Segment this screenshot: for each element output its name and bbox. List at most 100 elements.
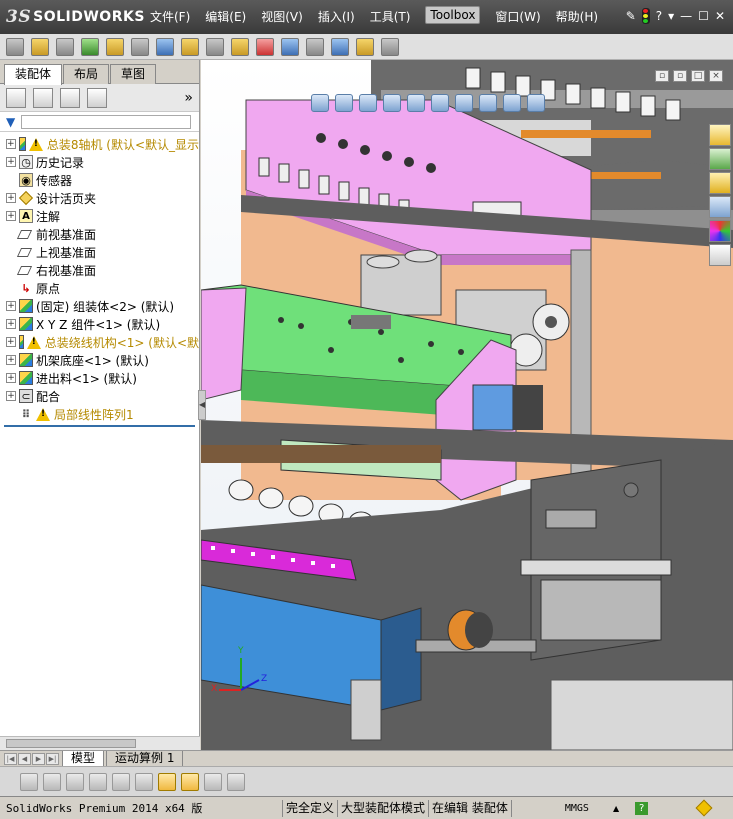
interference-detection-icon[interactable] xyxy=(331,37,349,56)
rebuild-traffic-light-icon[interactable] xyxy=(641,8,650,24)
smart-fasteners-icon[interactable] xyxy=(106,37,124,56)
design-library-icon[interactable] xyxy=(709,148,731,170)
pin-icon[interactable]: ✎ xyxy=(626,9,636,23)
display-manager-icon[interactable] xyxy=(87,87,107,108)
align-icon[interactable] xyxy=(135,772,153,791)
menu-file[interactable]: 文件(F) xyxy=(150,8,190,25)
restore-icon[interactable]: ▫ xyxy=(655,70,669,82)
quick-tips-help-icon[interactable]: ? xyxy=(635,801,649,815)
previous-view-icon[interactable] xyxy=(359,94,377,112)
maximize-viewport-icon[interactable]: □ xyxy=(691,70,705,82)
next-tab-icon[interactable]: ▶ xyxy=(32,752,45,765)
tree-item-fixed-assembly[interactable]: + (固定) 组装体<2> (默认) xyxy=(0,297,199,315)
filter-icon[interactable]: ▼ xyxy=(6,115,15,129)
maximize-button[interactable]: ☐ xyxy=(698,9,709,23)
expand-icon[interactable]: + xyxy=(6,193,16,203)
hide-show-items-icon[interactable] xyxy=(455,94,473,112)
scrollbar-thumb[interactable] xyxy=(6,739,136,748)
tag-icon[interactable] xyxy=(695,799,713,817)
tree-item-linear-pattern[interactable]: ⠿ 局部线性阵列1 xyxy=(0,405,199,423)
dropdown-icon[interactable]: ▾ xyxy=(668,9,674,23)
tree-item-design-binder[interactable]: + 设计活页夹 xyxy=(0,189,199,207)
tree-item-winding-mechanism[interactable]: + 总装绕线机构<1> (默认<默 xyxy=(0,333,199,351)
tab-sketch[interactable]: 草图 xyxy=(110,64,157,84)
tree-horizontal-scrollbar[interactable] xyxy=(0,736,200,750)
tree-item-frame-base[interactable]: + 机架底座<1> (默认) xyxy=(0,351,199,369)
new-part-icon[interactable] xyxy=(6,37,24,56)
file-explorer-icon[interactable] xyxy=(709,172,731,194)
first-tab-icon[interactable]: |◀ xyxy=(4,752,17,765)
reference-geometry-icon[interactable] xyxy=(206,37,224,56)
assembly-features-icon[interactable] xyxy=(181,37,199,56)
prev-tab-icon[interactable]: ◀ xyxy=(18,752,31,765)
assembly-model-render[interactable] xyxy=(201,60,733,750)
custom-properties-icon[interactable] xyxy=(709,244,731,266)
view-palette-icon[interactable] xyxy=(709,196,731,218)
units-selector[interactable]: MMGS xyxy=(565,803,589,814)
insert-component-icon[interactable] xyxy=(31,37,49,56)
zoom-to-area-icon[interactable] xyxy=(335,94,353,112)
explode-line-sketch-icon[interactable] xyxy=(306,37,324,56)
panel-collapse-handle[interactable]: ◀ xyxy=(198,390,206,420)
tree-item-right-plane[interactable]: 右视基准面 xyxy=(0,261,199,279)
tree-item-history[interactable]: + ◷ 历史记录 xyxy=(0,153,199,171)
tile-icon[interactable]: ▫ xyxy=(673,70,687,82)
expand-icon[interactable]: + xyxy=(6,211,16,221)
new-motion-study-icon[interactable] xyxy=(231,37,249,56)
tree-item-mates[interactable]: + ⊂ 配合 xyxy=(0,387,199,405)
mate-icon[interactable] xyxy=(56,37,74,56)
menu-edit[interactable]: 编辑(E) xyxy=(205,8,246,25)
close-viewport-icon[interactable]: × xyxy=(709,70,723,82)
units-arrow-icon[interactable]: ▲ xyxy=(613,804,619,813)
save-icon[interactable] xyxy=(227,772,245,791)
tab-motion-study-1[interactable]: 运动算例 1 xyxy=(106,750,184,767)
solidworks-resources-icon[interactable] xyxy=(709,124,731,146)
display-pane-icon[interactable] xyxy=(158,772,176,791)
expand-icon[interactable]: + xyxy=(6,319,16,329)
feature-manager-icon[interactable] xyxy=(6,87,26,108)
move-component-icon[interactable] xyxy=(131,37,149,56)
menu-window[interactable]: 窗口(W) xyxy=(495,8,540,25)
tree-item-front-plane[interactable]: 前视基准面 xyxy=(0,225,199,243)
bill-of-materials-icon[interactable] xyxy=(256,37,274,56)
tree-item-top-plane[interactable]: 上视基准面 xyxy=(0,243,199,261)
expand-icon[interactable]: + xyxy=(6,337,16,347)
last-tab-icon[interactable]: ▶| xyxy=(46,752,59,765)
menu-insert[interactable]: 插入(I) xyxy=(318,8,355,25)
instant3d-icon[interactable] xyxy=(381,37,399,56)
expand-icon[interactable]: + xyxy=(6,301,16,311)
menu-help[interactable]: 帮助(H) xyxy=(556,8,598,25)
tree-item-sensors[interactable]: ◉ 传感器 xyxy=(0,171,199,189)
display-style-icon[interactable] xyxy=(431,94,449,112)
menu-toolbox[interactable]: Toolbox xyxy=(425,6,481,24)
tree-item-annotations[interactable]: + A 注解 xyxy=(0,207,199,225)
filter-input[interactable] xyxy=(21,114,192,129)
linear-pattern-icon[interactable] xyxy=(81,37,99,56)
shaded-icon[interactable] xyxy=(43,772,61,791)
tree-item-xyz-component[interactable]: + X Y Z 组件<1> (默认) xyxy=(0,315,199,333)
appearances-icon[interactable] xyxy=(709,220,731,242)
show-hidden-icon[interactable] xyxy=(156,37,174,56)
list-icon[interactable] xyxy=(89,772,107,791)
expand-icon[interactable]: + xyxy=(6,355,16,365)
rotate-view-icon[interactable] xyxy=(66,772,84,791)
menu-tools[interactable]: 工具(T) xyxy=(370,8,411,25)
more-tabs-icon[interactable]: » xyxy=(184,90,193,106)
table-icon[interactable] xyxy=(204,772,222,791)
rollback-bar[interactable] xyxy=(4,425,195,427)
tree-item-feed-unit[interactable]: + 进出料<1> (默认) xyxy=(0,369,199,387)
exploded-view-icon[interactable] xyxy=(281,37,299,56)
3d-box-icon[interactable] xyxy=(181,772,199,791)
minimize-button[interactable]: — xyxy=(680,9,692,23)
apply-scene-icon[interactable] xyxy=(503,94,521,112)
grid-icon[interactable] xyxy=(112,772,130,791)
view-orientation-icon[interactable] xyxy=(407,94,425,112)
tree-item-top-assembly[interactable]: + 总装8轴机 (默认<默认_显示 xyxy=(0,135,199,153)
close-button[interactable]: ✕ xyxy=(715,9,725,23)
expand-icon[interactable]: + xyxy=(6,139,16,149)
configuration-manager-icon[interactable] xyxy=(60,87,80,108)
help-icon[interactable]: ? xyxy=(656,9,662,23)
section-view-icon[interactable] xyxy=(383,94,401,112)
tree-item-origin[interactable]: ↳ 原点 xyxy=(0,279,199,297)
view-settings-icon[interactable] xyxy=(527,94,545,112)
